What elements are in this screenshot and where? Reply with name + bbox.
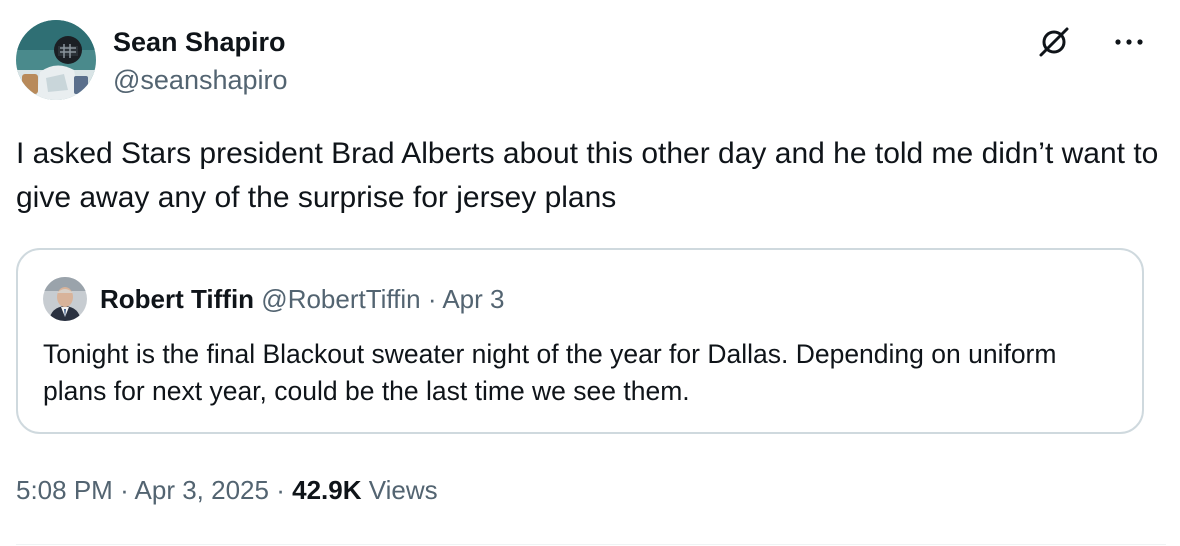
tweet-card: Sean Shapiro @seanshapiro I asked Stars … xyxy=(0,0,1180,546)
tweet-text: I asked Stars president Brad Alberts abo… xyxy=(16,137,1159,214)
avatar-image xyxy=(16,20,96,100)
quoted-separator: · xyxy=(427,284,437,314)
quoted-author-avatar[interactable] xyxy=(43,277,87,321)
meta-separator: · xyxy=(276,475,285,505)
tweet-time[interactable]: 5:08 PM xyxy=(16,475,113,505)
quoted-tweet[interactable]: Robert Tiffin @RobertTiffin · Apr 3 Toni… xyxy=(16,248,1144,434)
quoted-date[interactable]: Apr 3 xyxy=(442,284,504,314)
quoted-author-display-name: Robert Tiffin xyxy=(100,284,255,314)
quoted-tweet-header: Robert Tiffin @RobertTiffin · Apr 3 xyxy=(100,283,505,315)
views-label: Views xyxy=(368,475,438,505)
grok-icon[interactable] xyxy=(1036,24,1072,60)
quoted-author-handle: @RobertTiffin xyxy=(261,284,421,314)
tweet-date[interactable]: Apr 3, 2025 xyxy=(135,475,269,505)
author-display-name[interactable]: Sean Shapiro xyxy=(113,26,286,58)
more-horizontal-icon[interactable] xyxy=(1110,24,1150,60)
author-avatar[interactable] xyxy=(16,20,96,100)
author-handle[interactable]: @seanshapiro xyxy=(113,64,288,96)
tweet-meta: 5:08 PM · Apr 3, 2025 · 42.9K Views xyxy=(16,474,438,506)
meta-separator: · xyxy=(120,475,129,505)
divider xyxy=(16,544,1166,545)
quoted-avatar-image xyxy=(43,277,87,321)
views-count[interactable]: 42.9K xyxy=(292,475,361,505)
quoted-tweet-text: Tonight is the final Blackout sweater ni… xyxy=(43,339,1057,406)
